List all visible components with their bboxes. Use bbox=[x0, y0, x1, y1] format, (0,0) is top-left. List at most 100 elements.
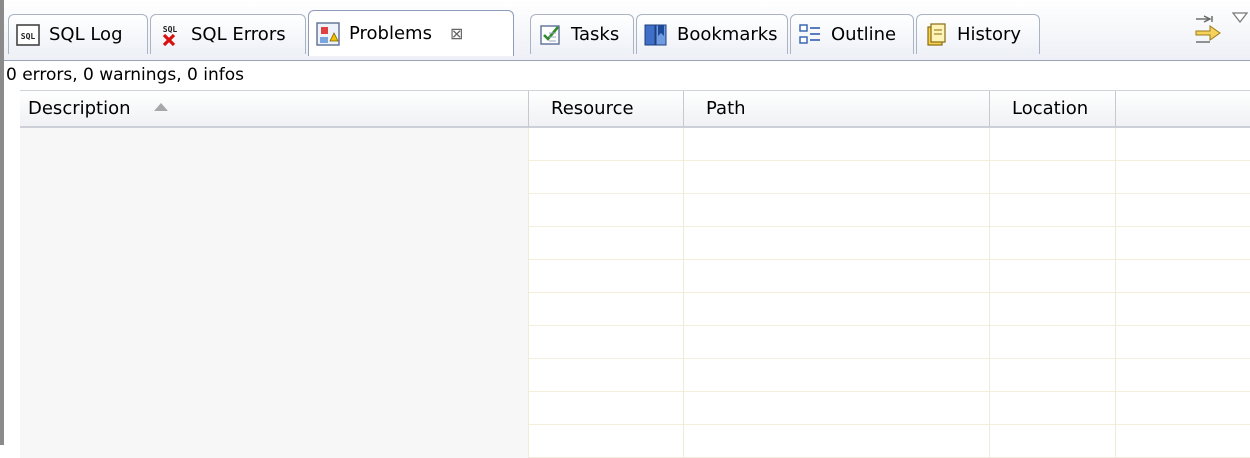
table-cell bbox=[529, 194, 684, 227]
table-cell bbox=[990, 260, 1116, 293]
table-header: Description Resource Path Location bbox=[20, 90, 1250, 128]
table-row[interactable] bbox=[20, 194, 1250, 227]
column-label: Path bbox=[706, 98, 746, 119]
sort-ascending-icon bbox=[154, 103, 169, 111]
table-cell bbox=[1116, 128, 1250, 161]
table-cell bbox=[990, 227, 1116, 260]
table-cell bbox=[990, 326, 1116, 359]
table-cell bbox=[20, 128, 529, 161]
problems-table[interactable]: Description Resource Path Location bbox=[20, 90, 1250, 458]
svg-text:SQL: SQL bbox=[21, 32, 36, 41]
tab-outline[interactable]: Outline bbox=[790, 14, 914, 54]
column-label: Location bbox=[1012, 98, 1089, 119]
table-cell bbox=[1116, 194, 1250, 227]
table-cell bbox=[684, 194, 990, 227]
table-cell bbox=[20, 227, 529, 260]
table-cell bbox=[529, 128, 684, 161]
tab-label: Problems bbox=[349, 23, 432, 44]
problems-icon bbox=[316, 21, 340, 46]
problems-view: SQL SQL Log SQL SQL Errors Problems ⊠ Ta… bbox=[0, 0, 1250, 458]
table-cell bbox=[684, 161, 990, 194]
table-cell bbox=[20, 194, 529, 227]
table-row[interactable] bbox=[20, 392, 1250, 425]
table-cell bbox=[529, 392, 684, 425]
history-icon bbox=[927, 22, 946, 46]
column-label: Resource bbox=[551, 98, 634, 119]
svg-text:SQL: SQL bbox=[163, 25, 178, 34]
problems-summary: 0 errors, 0 warnings, 0 infos bbox=[4, 60, 1250, 90]
column-header-path[interactable]: Path bbox=[684, 91, 990, 127]
table-row[interactable] bbox=[20, 326, 1250, 359]
table-row[interactable] bbox=[20, 128, 1250, 161]
column-label: Description bbox=[28, 98, 131, 119]
sql-log-icon: SQL bbox=[16, 23, 40, 46]
table-cell bbox=[1116, 425, 1250, 458]
table-cell bbox=[990, 194, 1116, 227]
column-header-resource[interactable]: Resource bbox=[529, 91, 684, 127]
tab-label: Outline bbox=[831, 24, 897, 45]
table-cell bbox=[684, 392, 990, 425]
tab-label: SQL Errors bbox=[191, 24, 286, 45]
tab-label: Bookmarks bbox=[677, 24, 778, 45]
table-cell bbox=[990, 392, 1116, 425]
table-cell bbox=[990, 359, 1116, 392]
table-cell bbox=[529, 227, 684, 260]
close-icon[interactable]: ⊠ bbox=[450, 24, 463, 43]
collapse-all-icon[interactable] bbox=[1190, 14, 1224, 44]
tab-bookmarks[interactable]: Bookmarks bbox=[636, 14, 788, 54]
column-header-location[interactable]: Location bbox=[990, 91, 1116, 127]
table-cell bbox=[20, 425, 529, 458]
view-tab-bar: SQL SQL Log SQL SQL Errors Problems ⊠ Ta… bbox=[4, 0, 1250, 60]
tab-label: History bbox=[957, 24, 1022, 45]
tab-problems[interactable]: Problems ⊠ bbox=[308, 10, 514, 56]
table-cell bbox=[684, 326, 990, 359]
table-cell bbox=[529, 359, 684, 392]
table-row[interactable] bbox=[20, 359, 1250, 392]
tab-label: Tasks bbox=[571, 24, 620, 45]
table-cell bbox=[684, 227, 990, 260]
table-cell bbox=[684, 359, 990, 392]
table-cell bbox=[990, 161, 1116, 194]
column-header-description[interactable]: Description bbox=[20, 91, 529, 127]
sql-errors-icon: SQL bbox=[163, 25, 178, 46]
table-body bbox=[20, 128, 1250, 458]
table-cell bbox=[529, 161, 684, 194]
table-cell bbox=[1116, 227, 1250, 260]
table-cell bbox=[529, 425, 684, 458]
tasks-icon bbox=[540, 24, 560, 45]
tab-tasks[interactable]: Tasks bbox=[530, 14, 634, 54]
table-row[interactable] bbox=[20, 293, 1250, 326]
table-cell bbox=[20, 359, 529, 392]
table-cell bbox=[990, 128, 1116, 161]
outline-icon bbox=[799, 23, 820, 44]
tab-sql-errors[interactable]: SQL SQL Errors bbox=[150, 14, 306, 54]
tab-history[interactable]: History bbox=[916, 14, 1040, 54]
table-cell bbox=[20, 392, 529, 425]
table-row[interactable] bbox=[20, 161, 1250, 194]
table-cell bbox=[1116, 161, 1250, 194]
tab-label: SQL Log bbox=[49, 24, 123, 45]
column-header-filler bbox=[1116, 91, 1250, 127]
table-cell bbox=[1116, 260, 1250, 293]
table-row[interactable] bbox=[20, 260, 1250, 293]
table-cell bbox=[20, 161, 529, 194]
table-cell bbox=[1116, 392, 1250, 425]
table-cell bbox=[990, 425, 1116, 458]
table-cell bbox=[684, 260, 990, 293]
table-cell bbox=[1116, 359, 1250, 392]
table-cell bbox=[20, 326, 529, 359]
table-cell bbox=[684, 293, 990, 326]
table-cell bbox=[684, 425, 990, 458]
table-cell bbox=[20, 260, 529, 293]
table-row[interactable] bbox=[20, 425, 1250, 458]
table-cell bbox=[529, 326, 684, 359]
view-menu-chevron-down-icon[interactable] bbox=[1232, 12, 1248, 24]
table-cell bbox=[684, 128, 990, 161]
table-cell bbox=[1116, 326, 1250, 359]
tab-sql-log[interactable]: SQL SQL Log bbox=[8, 14, 148, 54]
table-cell bbox=[529, 293, 684, 326]
table-row[interactable] bbox=[20, 227, 1250, 260]
table-cell bbox=[529, 260, 684, 293]
table-cell bbox=[20, 293, 529, 326]
bookmarks-icon bbox=[644, 24, 667, 45]
